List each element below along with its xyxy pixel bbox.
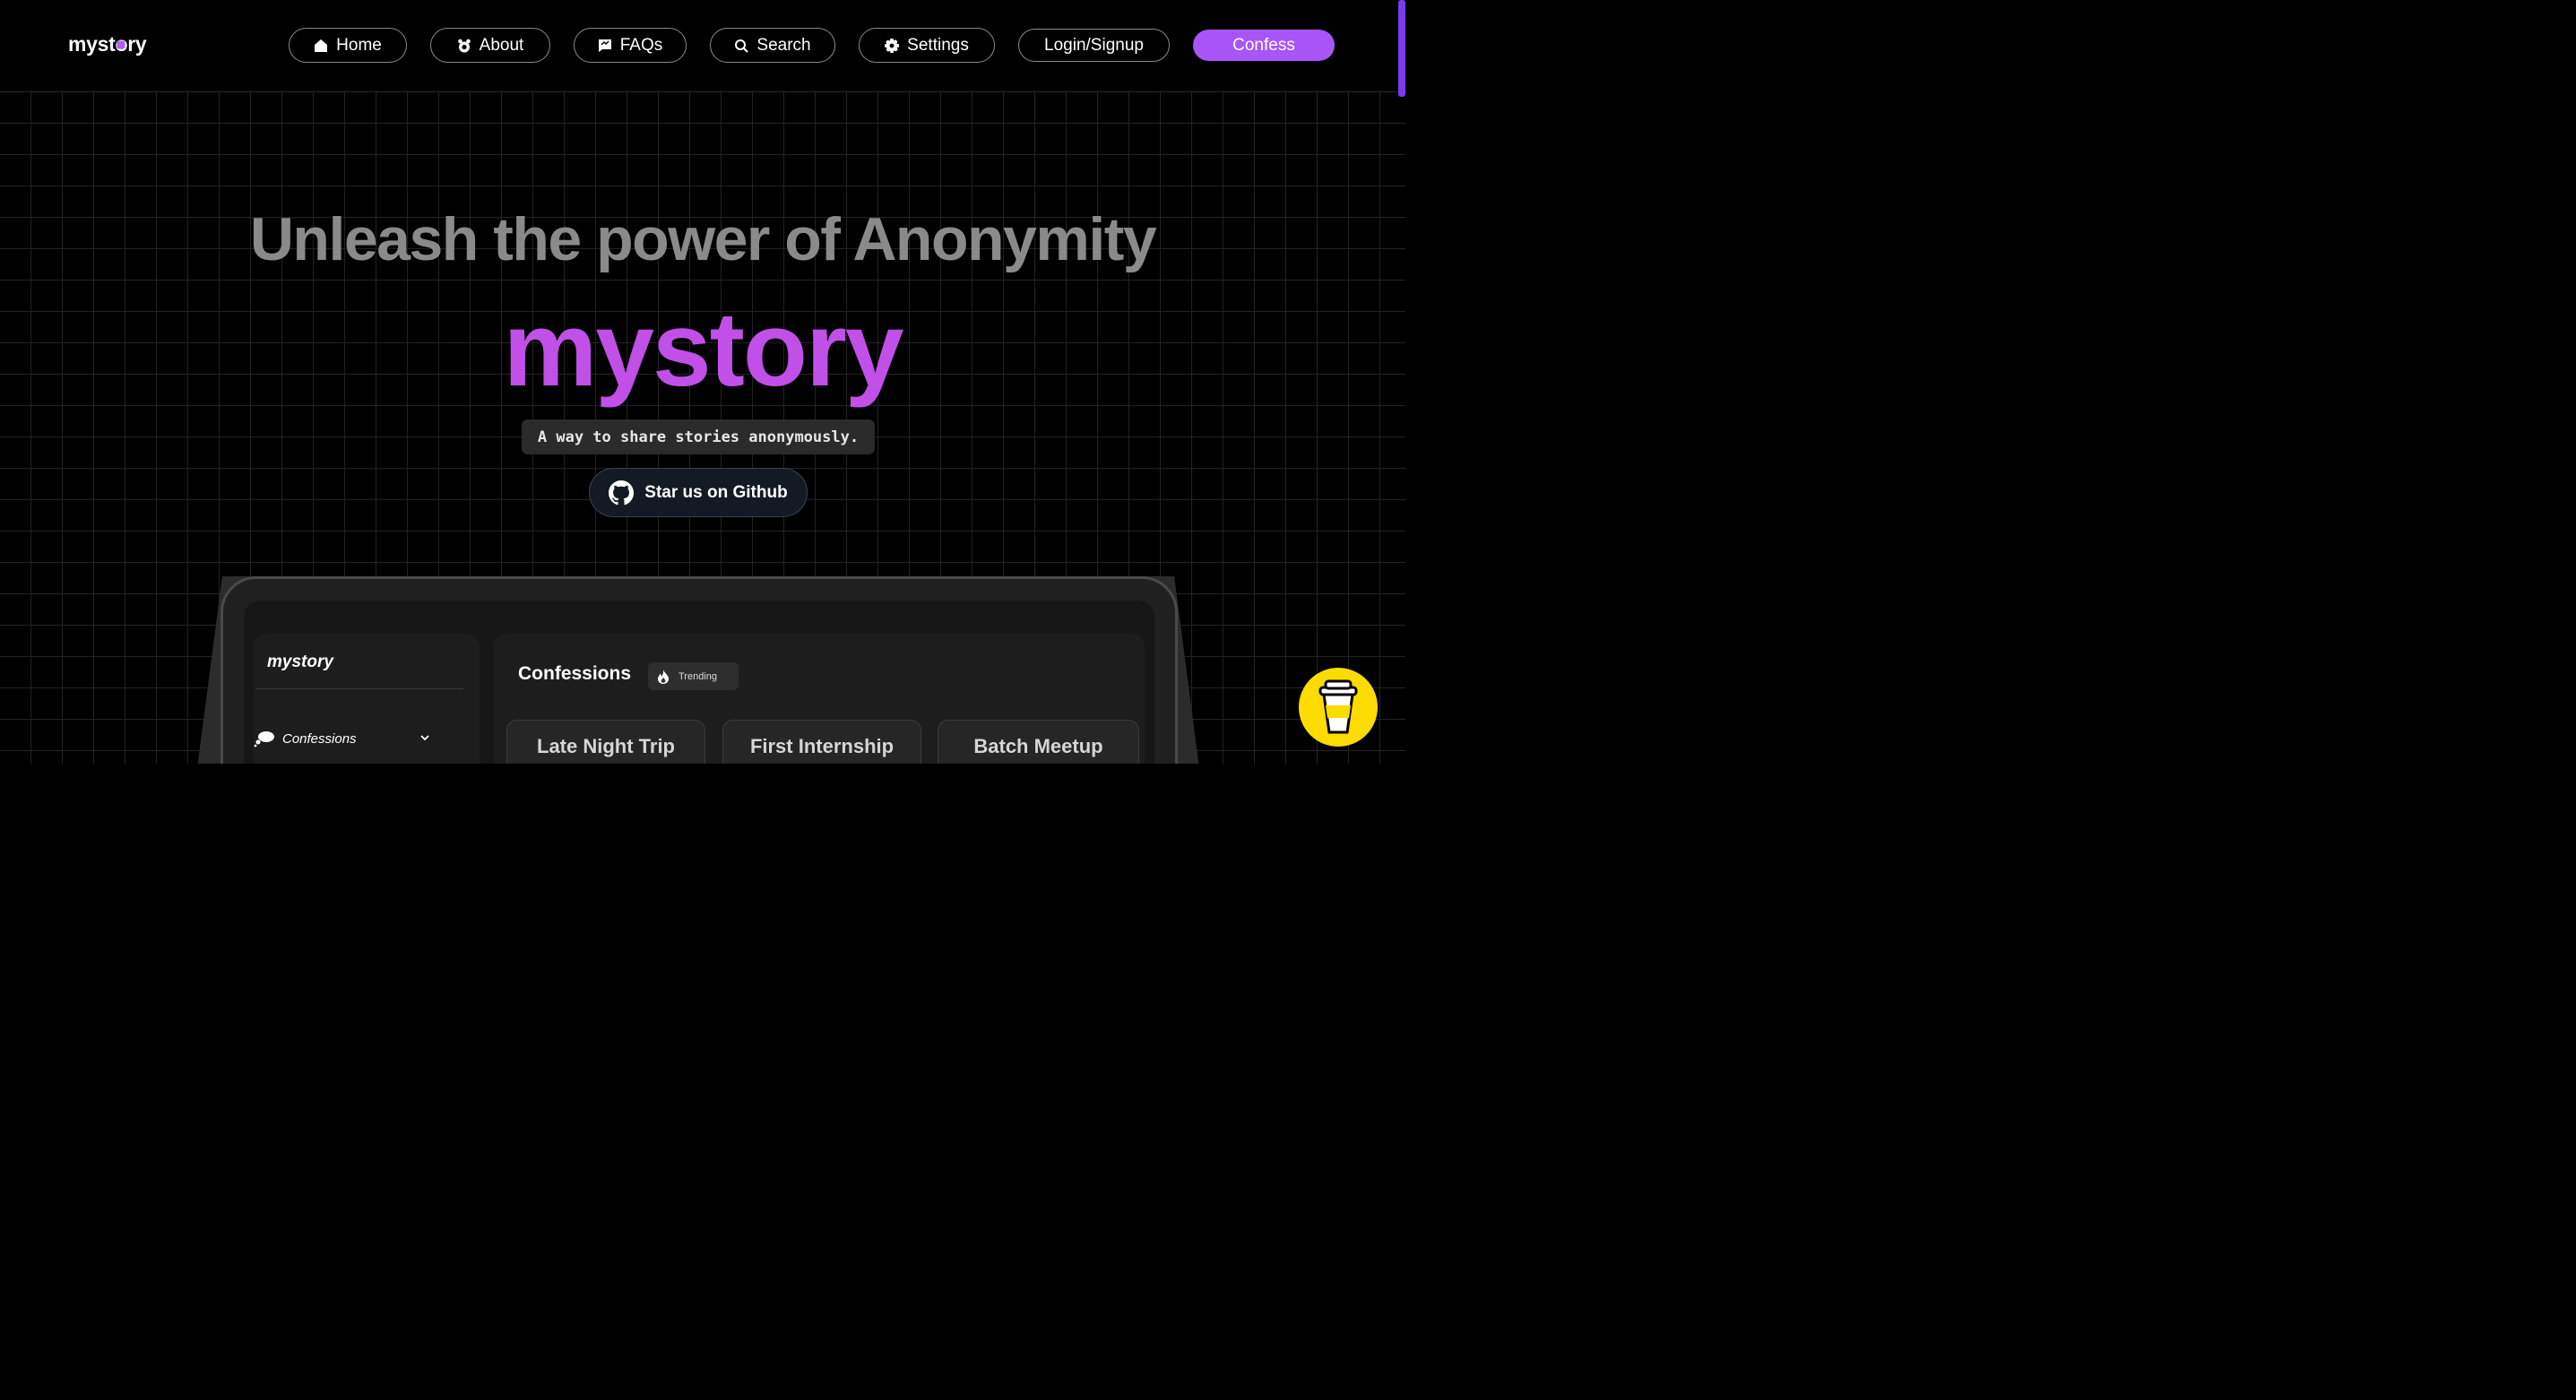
confess-label: Confess (1232, 35, 1295, 55)
buy-me-coffee-button[interactable] (1299, 668, 1378, 747)
preview-main-title: Confessions (518, 663, 632, 684)
preview-sidebar-brand: mystory (267, 652, 333, 671)
nav-about-label: About (479, 35, 524, 55)
nav-faqs-button[interactable]: FAQs (574, 28, 687, 63)
hero-headline: Unleash the power of Anonymity (249, 205, 1157, 273)
preview-sidebar-item-confessions[interactable]: Confessions (254, 730, 442, 748)
top-navbar: mystory Home About FAQs Search Settings … (0, 0, 1405, 92)
nav-settings-button[interactable]: Settings (859, 28, 995, 63)
nav-about-button[interactable]: About (430, 28, 550, 63)
home-icon (315, 39, 328, 52)
coffee-cup-icon (1318, 679, 1358, 734)
chat-icon (598, 39, 611, 52)
nav-search-label: Search (756, 35, 811, 55)
login-signup-button[interactable]: Login/Signup (1018, 29, 1170, 62)
scrollbar-thumb[interactable] (1398, 0, 1405, 97)
chevron-down-icon[interactable] (419, 732, 430, 743)
nav-home-label: Home (336, 35, 382, 55)
hero-brand-title: mystory (503, 290, 903, 409)
star-github-label: Star us on Github (644, 482, 788, 502)
flame-icon (658, 669, 669, 684)
gear-icon (885, 38, 900, 53)
star-github-button[interactable]: Star us on Github (589, 468, 808, 517)
trending-chip-label: Trending (679, 670, 718, 682)
search-icon (735, 39, 749, 53)
landing-page: mystory Home About FAQs Search Settings … (0, 0, 1405, 764)
github-icon (609, 480, 635, 505)
confess-button[interactable]: Confess (1193, 30, 1335, 61)
brand-logo[interactable]: mystory (68, 32, 147, 56)
trending-chip[interactable]: Trending (648, 662, 739, 690)
confession-card[interactable]: Late Night Trip (506, 720, 705, 764)
preview-sidebar-divider (255, 688, 463, 689)
bear-icon (457, 39, 471, 52)
nav-search-button[interactable]: Search (710, 28, 835, 63)
confession-card[interactable]: First Internship (722, 720, 921, 764)
confession-card[interactable]: Batch Meetup (938, 720, 1139, 764)
thought-cloud-icon (254, 731, 274, 748)
nav-faqs-label: FAQs (619, 35, 663, 55)
nav-home-button[interactable]: Home (289, 28, 407, 63)
hero-tagline: A way to share stories anonymously. (522, 419, 875, 454)
nav-settings-label: Settings (907, 35, 969, 55)
preview-sidebar-item-label: Confessions (282, 730, 357, 747)
login-signup-label: Login/Signup (1044, 35, 1144, 55)
